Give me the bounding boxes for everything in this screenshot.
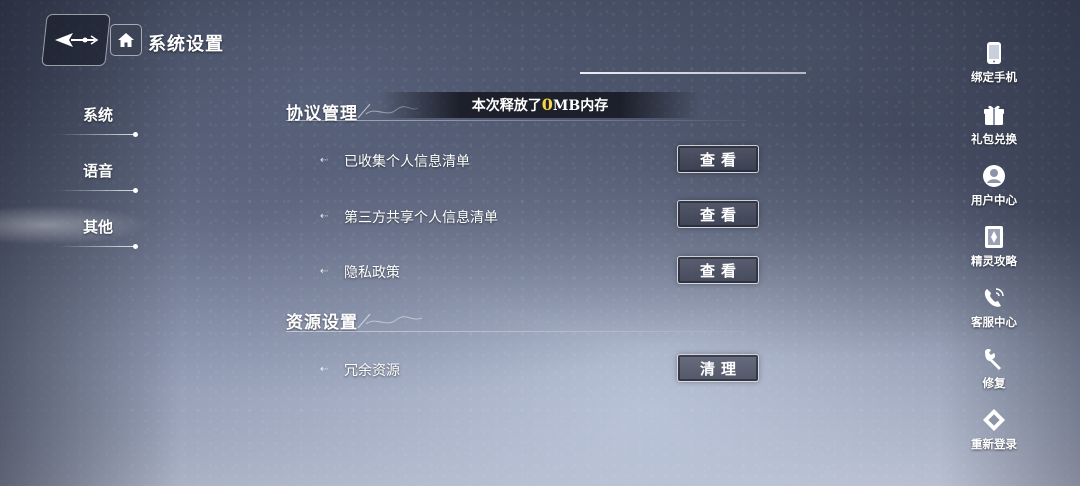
sidebar-item-bind-phone[interactable]: 绑定手机 xyxy=(956,40,1032,96)
header-divider xyxy=(580,72,806,74)
row-bullet-icon: ⇠ xyxy=(320,211,329,222)
phone-icon xyxy=(981,40,1007,66)
back-button[interactable] xyxy=(41,14,111,66)
nav-underline xyxy=(58,244,138,249)
back-arrow-icon xyxy=(55,33,99,47)
row-label-third-party-info: 第三方共享个人信息清单 xyxy=(344,209,498,225)
page-title: 系统设置 xyxy=(148,34,224,55)
sidebar-item-gift-redeem[interactable]: 礼包兑换 xyxy=(956,102,1032,158)
nav-item-system[interactable]: 系统 xyxy=(58,100,138,140)
row-bullet-icon: ⇠ xyxy=(320,266,329,277)
section-title-resources: 资源设置 xyxy=(286,313,358,333)
toast-suffix: MB内存 xyxy=(552,98,609,114)
sidebar-item-customer-service[interactable]: 客服中心 xyxy=(956,285,1032,341)
headset-icon xyxy=(981,285,1007,311)
section-divider xyxy=(286,120,746,121)
view-third-party-info-button[interactable]: 查看 xyxy=(677,200,759,228)
relogin-icon xyxy=(981,407,1007,433)
gift-icon xyxy=(981,102,1007,128)
view-collected-info-button[interactable]: 查看 xyxy=(677,145,759,173)
home-icon xyxy=(118,33,134,47)
nav-item-voice[interactable]: 语音 xyxy=(58,156,138,196)
signature-deco-icon xyxy=(357,313,423,329)
sidebar-item-label: 绑定手机 xyxy=(971,70,1017,84)
sidebar-item-label: 礼包兑换 xyxy=(971,132,1017,146)
sidebar-item-user-center[interactable]: 用户中心 xyxy=(956,163,1032,219)
view-privacy-policy-button[interactable]: 查看 xyxy=(677,256,759,284)
nav-underline xyxy=(58,132,138,137)
sidebar-item-label: 重新登录 xyxy=(971,437,1017,451)
sidebar-item-label: 修复 xyxy=(982,376,1006,390)
nav-underline xyxy=(58,188,138,193)
book-icon xyxy=(981,224,1007,250)
memory-toast: 本次释放了0MB内存 xyxy=(380,92,700,118)
nav-item-other[interactable]: 其他 xyxy=(58,212,138,252)
sidebar-item-label: 精灵攻略 xyxy=(971,254,1017,268)
sidebar-item-repair[interactable]: 修复 xyxy=(956,346,1032,402)
section-divider xyxy=(286,331,746,332)
home-button[interactable] xyxy=(110,24,142,56)
sidebar-item-label: 客服中心 xyxy=(971,315,1017,329)
nav-item-label: 语音 xyxy=(83,162,114,180)
clean-resources-button[interactable]: 清理 xyxy=(677,354,759,382)
row-label-collected-info: 已收集个人信息清单 xyxy=(344,153,470,169)
row-label-privacy-policy: 隐私政策 xyxy=(344,264,400,280)
sidebar-item-label: 用户中心 xyxy=(971,193,1017,207)
nav-item-label: 系统 xyxy=(83,106,114,124)
row-bullet-icon: ⇠ xyxy=(320,155,329,166)
wrench-icon xyxy=(981,346,1007,372)
row-label-redundant-resources: 冗余资源 xyxy=(344,362,400,378)
toast-prefix: 本次释放了 xyxy=(471,98,542,114)
toast-value: 0 xyxy=(541,95,553,114)
user-icon xyxy=(981,163,1007,189)
sidebar-item-relogin[interactable]: 重新登录 xyxy=(956,407,1032,463)
sidebar-item-guide[interactable]: 精灵攻略 xyxy=(956,224,1032,280)
row-bullet-icon: ⇠ xyxy=(320,364,329,375)
nav-item-label: 其他 xyxy=(83,218,114,236)
